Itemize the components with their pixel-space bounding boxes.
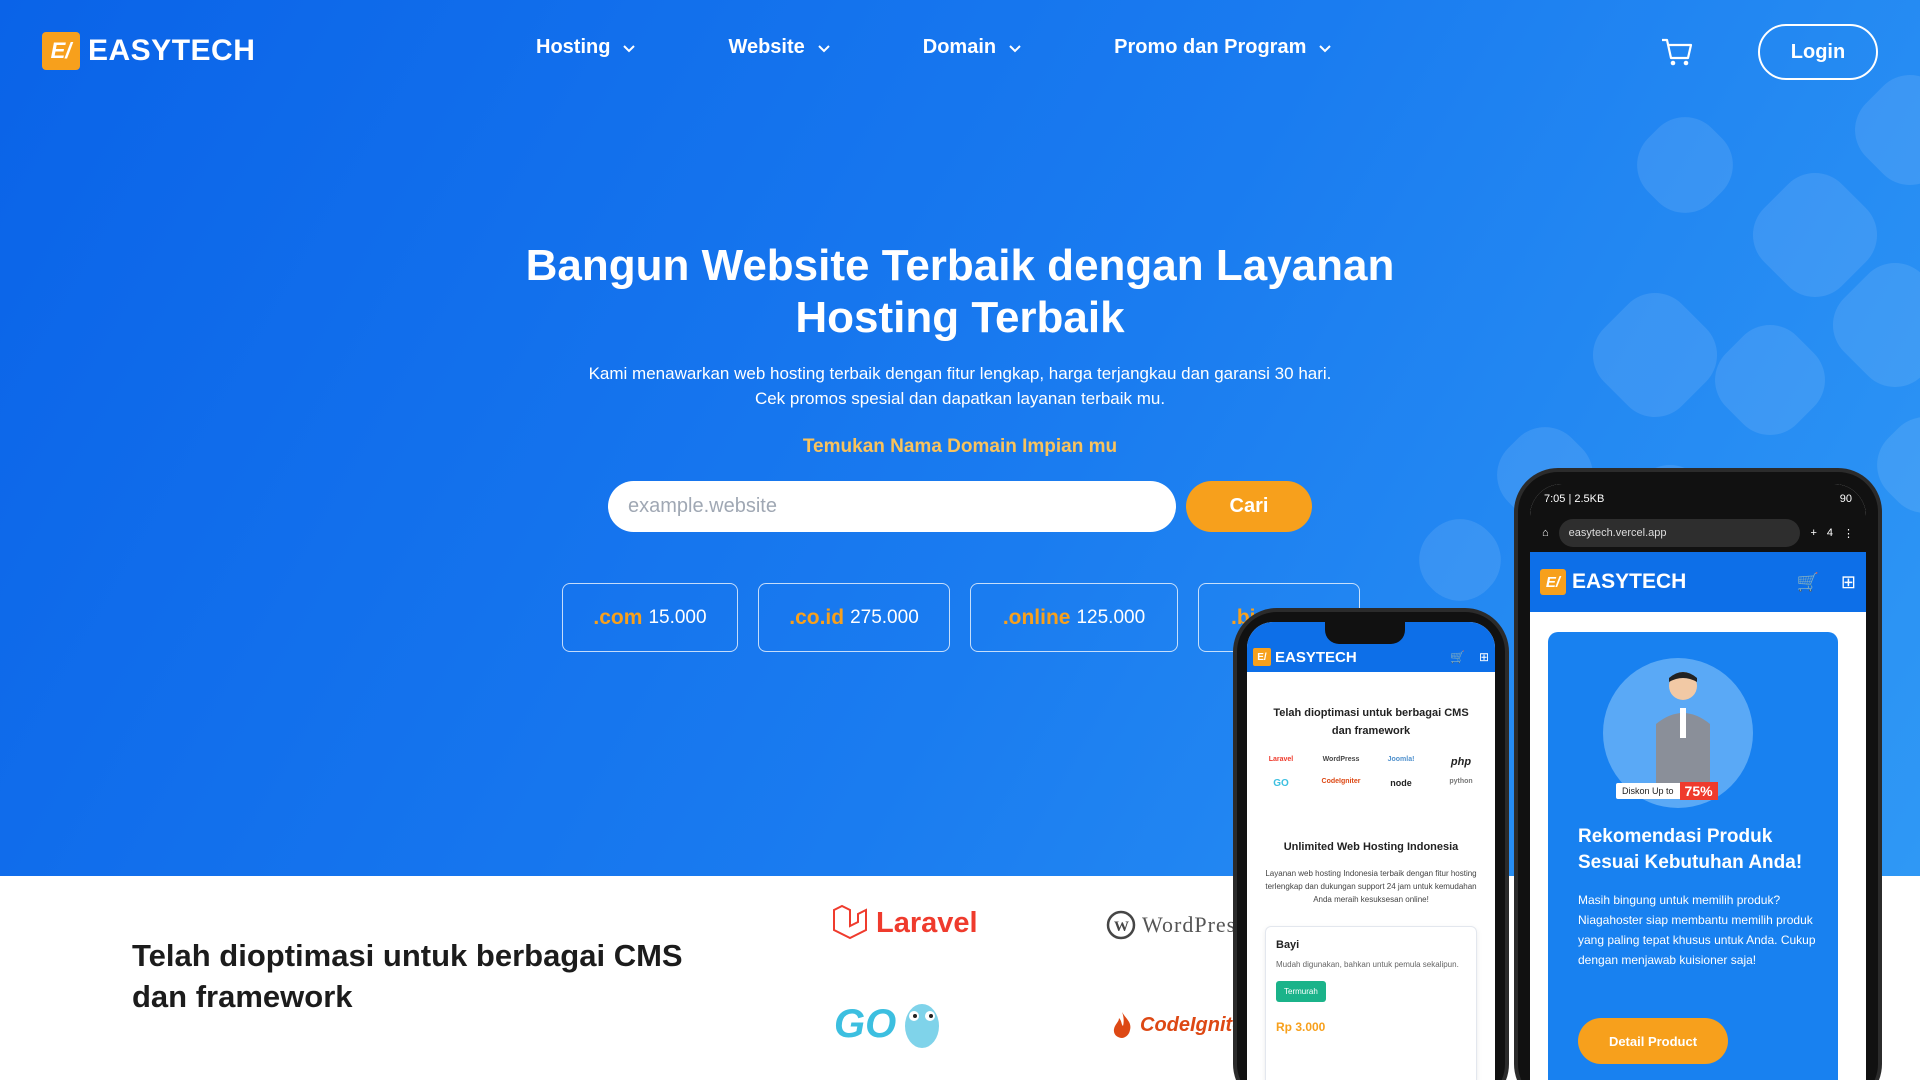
nav-item-website[interactable]: Website (728, 36, 830, 59)
laravel-label: Laravel (876, 906, 978, 939)
tld-card-coid[interactable]: .co.id 275.000 (758, 583, 950, 652)
phone-notch (1325, 622, 1405, 644)
brand-name: EASYTECH (1275, 648, 1357, 666)
cms-logo-grid: Laravel WordPress Joomla! php GO CodeIgn… (1247, 740, 1495, 789)
logo-codeigniter: CodeIgniter (1321, 778, 1361, 785)
tld-price: 125.000 (1076, 606, 1146, 628)
codeigniter-flame-icon (1113, 1012, 1131, 1038)
wordpress-label: WordPress (1142, 912, 1246, 937)
nav-item-hosting[interactable]: Hosting (536, 36, 636, 59)
nav-item-label: Hosting (536, 36, 611, 58)
cms-title: Telah dioptimasi untuk berbagai CMS dan … (1273, 707, 1469, 737)
logo-wordpress: WordPress (1322, 756, 1360, 763)
more-icon[interactable]: ⋮ (1843, 527, 1854, 540)
main-menu: Hosting Website Domain Promo dan Program (536, 36, 1332, 59)
svg-text:W: W (1114, 919, 1129, 935)
brand-logo[interactable]: E/ EASYTECH (42, 32, 255, 70)
wordpress-logo: W WordPress (1106, 910, 1246, 940)
domain-search-input[interactable] (608, 481, 1176, 532)
url-field[interactable]: easytech.vercel.app (1558, 519, 1801, 547)
logo-node: node (1390, 778, 1412, 788)
laravel-icon (833, 904, 867, 940)
discount-value: 75% (1679, 782, 1718, 800)
codeigniter-logo: CodeIgniter (1110, 1010, 1251, 1040)
nav-item-label: Website (728, 36, 805, 58)
domain-search-button[interactable]: Cari (1186, 481, 1312, 532)
promo-title: Rekomendasi Produk Sesuai Kebutuhan Anda… (1578, 826, 1803, 873)
tld-price: 15.000 (648, 606, 707, 628)
logo-laravel: Laravel (1268, 756, 1294, 763)
plan-title: Bayi (1276, 939, 1300, 951)
mobile-header: E/ EASYTECH 🛒 ⊞ (1530, 552, 1866, 612)
cart-icon[interactable] (1660, 36, 1694, 68)
logo-mark-icon: E/ (1540, 569, 1566, 595)
logo-mark-icon: E/ (42, 32, 80, 70)
phone-mockup-small: E/ EASYTECH 🛒 ⊞ Telah dioptimasi untuk b… (1233, 608, 1509, 1080)
logo-joomla: Joomla! (1387, 756, 1415, 763)
nav-item-promo[interactable]: Promo dan Program (1114, 36, 1332, 59)
go-label: GO (834, 1001, 897, 1046)
top-navbar: E/ EASYTECH Hosting Website Domain Promo… (0, 0, 1920, 104)
brand-name: EASYTECH (1572, 570, 1687, 593)
plan-price: Rp 3.000 (1276, 1020, 1326, 1034)
logo-python: python (1449, 778, 1473, 785)
cart-icon[interactable]: 🛒 (1450, 650, 1465, 664)
browser-url-bar: ⌂ easytech.vercel.app + 4 ⋮ (1530, 514, 1866, 552)
nav-item-domain[interactable]: Domain (923, 36, 1022, 59)
phone-mockup-large: 7:05 | 2.5KB 90 ⌂ easytech.vercel.app + … (1514, 468, 1882, 1080)
grid-menu-icon[interactable]: ⊞ (1841, 572, 1856, 593)
plan-card[interactable]: Bayi Mudah digunakan, bahkan untuk pemul… (1265, 926, 1477, 1080)
domain-search-title: Temukan Nama Domain Impian mu (802, 436, 1118, 457)
logo-mark-icon: E/ (1253, 648, 1271, 666)
home-icon[interactable]: ⌂ (1542, 527, 1549, 539)
status-battery: 90 (1839, 493, 1852, 505)
promo-card: Diskon Up to 75% Rekomendasi Produk Sesu… (1548, 632, 1838, 1080)
tld-name: .online (1002, 605, 1071, 629)
phone-screen: 7:05 | 2.5KB 90 ⌂ easytech.vercel.app + … (1530, 484, 1866, 1080)
tld-card-online[interactable]: .online 125.000 (970, 583, 1178, 652)
discount-badge: Diskon Up to 75% (1616, 782, 1718, 800)
status-time: 7:05 | 2.5KB (1544, 493, 1605, 505)
detail-product-button[interactable]: Detail Product (1578, 1018, 1728, 1064)
tab-count[interactable]: 4 (1827, 527, 1833, 539)
phone-screen: E/ EASYTECH 🛒 ⊞ Telah dioptimasi untuk b… (1247, 622, 1495, 1080)
hero-headline: Bangun Website Terbaik dengan Layanan Ho… (525, 241, 1395, 342)
logo-php: php (1450, 756, 1472, 768)
plan-desc: Mudah digunakan, bahkan untuk pemula sek… (1276, 960, 1459, 969)
person-illustration-icon (1656, 672, 1710, 784)
discount-label: Diskon Up to (1616, 783, 1680, 799)
phone-status-bar: 7:05 | 2.5KB 90 (1530, 484, 1866, 514)
cms-section-heading: Telah dioptimasi untuk berbagai CMS dan … (132, 938, 683, 1014)
chevron-down-icon (1009, 44, 1021, 52)
wordpress-icon: W (1106, 910, 1136, 940)
hosting-text: Layanan web hosting Indonesia terbaik de… (1265, 869, 1477, 904)
go-gopher-icon (905, 1004, 940, 1048)
chevron-down-icon (818, 44, 830, 52)
brand-name: EASYTECH (88, 34, 256, 67)
promo-text: Masih bingung untuk memilih produk? Niag… (1578, 893, 1816, 967)
tld-card-com[interactable]: .com 15.000 (562, 583, 738, 652)
hosting-title: Unlimited Web Hosting Indonesia (1283, 841, 1459, 853)
logo-go: GO (1273, 778, 1289, 789)
login-button[interactable]: Login (1758, 24, 1878, 80)
grid-menu-icon[interactable]: ⊞ (1479, 650, 1489, 664)
go-logo: GO (834, 996, 944, 1052)
tld-name: .co.id (789, 605, 845, 629)
plan-badge: Termurah (1276, 981, 1326, 1002)
tld-name: .com (593, 605, 643, 629)
new-tab-icon[interactable]: + (1810, 527, 1816, 539)
laravel-logo: Laravel (830, 904, 978, 942)
chevron-down-icon (623, 44, 636, 52)
tld-price: 275.000 (850, 606, 919, 628)
nav-item-label: Domain (922, 36, 997, 58)
cart-icon[interactable]: 🛒 (1796, 572, 1818, 593)
nav-item-label: Promo dan Program (1114, 36, 1307, 58)
hero-subtext: Kami menawarkan web hosting terbaik deng… (588, 364, 1332, 408)
chevron-down-icon (1319, 44, 1332, 52)
